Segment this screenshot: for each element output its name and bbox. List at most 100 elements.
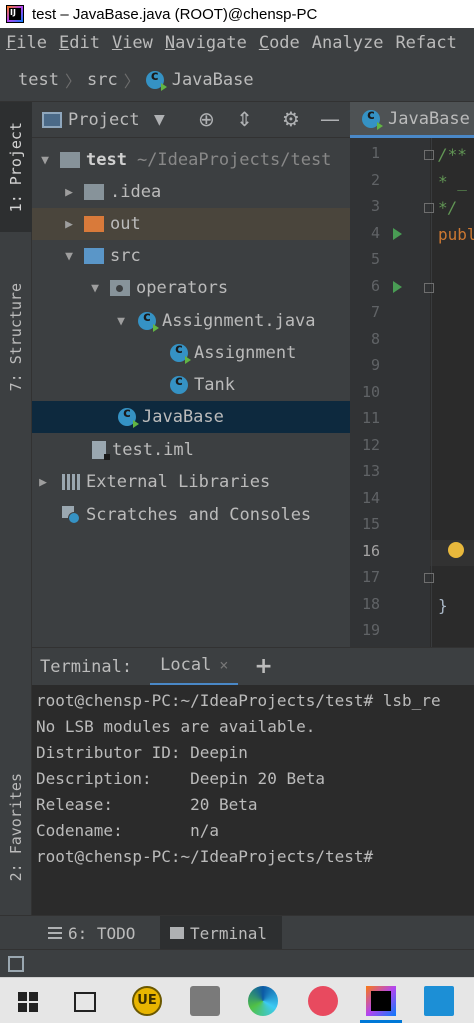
app-window-icon[interactable] — [190, 986, 220, 1016]
menu-view[interactable]: View — [112, 33, 153, 53]
tree-row-src[interactable]: ▼ src — [32, 240, 350, 272]
window-title: test – JavaBase.java (ROOT)@chensp-PC — [32, 5, 318, 23]
menu-file[interactable]: File — [6, 33, 47, 53]
ultraedit-icon[interactable]: UE — [132, 986, 162, 1016]
hide-panel-icon[interactable]: — — [320, 107, 340, 131]
source-folder-icon — [84, 248, 104, 264]
tree-row-assignment[interactable]: Assignment — [32, 337, 350, 369]
line-number: 11 — [361, 409, 380, 427]
project-panel: Project ▼ ⊕ ⇕ ⚙ — ▼ test ~/IdeaProjects/… — [32, 102, 350, 647]
chevron-down-icon[interactable]: ▼ — [38, 153, 52, 168]
menu-analyze[interactable]: Analyze — [312, 33, 384, 53]
fold-marker-icon[interactable] — [424, 203, 434, 213]
terminal-header: Terminal: Local × + — [32, 647, 474, 686]
tree-label: operators — [136, 278, 229, 298]
tree-label: out — [110, 214, 141, 234]
tree-row-out[interactable]: ▶ out — [32, 208, 350, 240]
iml-file-icon — [92, 441, 110, 460]
tree-row-test-iml[interactable]: test.iml — [32, 434, 350, 466]
tool-tab-favorites[interactable]: 2: Favorites — [0, 752, 32, 902]
tool-tab-todo[interactable]: 6: TODO — [48, 916, 135, 950]
edge-browser-icon[interactable] — [248, 986, 278, 1016]
chevron-right-icon[interactable]: ▶ — [62, 185, 76, 200]
bottom-tool-tabs: 6: TODO Terminal — [0, 915, 474, 950]
excluded-folder-icon — [84, 216, 104, 232]
tree-row-javabase[interactable]: JavaBase — [32, 401, 350, 433]
windows-start-icon[interactable] — [18, 992, 38, 1012]
chevron-right-icon: 〉 — [64, 71, 81, 91]
tree-row-idea[interactable]: ▶ .idea — [32, 176, 350, 208]
line-number: 2 — [370, 171, 380, 189]
module-folder-icon — [60, 152, 80, 168]
dropdown-icon[interactable]: ▼ — [154, 112, 165, 128]
toggle-tool-windows-icon[interactable] — [8, 956, 24, 972]
editor-tab-javabase[interactable]: JavaBase — [350, 102, 474, 138]
menu-refactor[interactable]: Refact — [395, 33, 456, 53]
project-view-icon — [42, 111, 62, 128]
tree-row-assignment-java[interactable]: ▼ Assignment.java — [32, 305, 350, 337]
tree-row-external-libraries[interactable]: ▶ External Libraries — [32, 466, 350, 498]
code-line-1[interactable]: /** — [438, 145, 467, 164]
code-line-2[interactable]: * _ — [438, 172, 467, 191]
tree-label: Assignment.java — [162, 311, 316, 331]
add-terminal-tab-button[interactable]: + — [254, 654, 272, 679]
line-number: 17 — [361, 568, 380, 586]
line-number: 3 — [370, 197, 380, 215]
line-number: 12 — [361, 436, 380, 454]
terminal-line: Distributor ID: Deepin — [36, 743, 248, 762]
fold-marker-icon[interactable] — [424, 150, 434, 160]
run-gutter-icon[interactable] — [393, 228, 402, 240]
tool-tab-terminal[interactable]: Terminal — [160, 916, 282, 950]
chevron-down-icon[interactable]: ▼ — [62, 249, 76, 264]
chevron-right-icon[interactable]: ▶ — [62, 217, 76, 232]
fold-marker-icon[interactable] — [424, 283, 434, 293]
chevron-down-icon[interactable]: ▼ — [114, 314, 128, 329]
tree-label: src — [110, 246, 141, 266]
breadcrumb-project[interactable]: test — [18, 70, 59, 90]
line-number: 8 — [370, 330, 380, 348]
menu-navigate[interactable]: Navigate — [165, 33, 247, 53]
locate-icon[interactable]: ⊕ — [198, 107, 215, 131]
chevron-right-icon[interactable]: ▶ — [36, 475, 50, 490]
menu-code[interactable]: Code — [259, 33, 300, 53]
tree-label: test.iml — [112, 440, 194, 460]
chevron-down-icon[interactable]: ▼ — [88, 281, 102, 296]
java-class-icon — [362, 108, 383, 130]
tree-label: Tank — [194, 375, 235, 395]
lightbulb-icon[interactable] — [448, 542, 464, 558]
project-view-selector[interactable]: Project — [68, 110, 140, 130]
collapse-all-icon[interactable]: ⇕ — [236, 107, 253, 131]
code-line-3[interactable]: */ — [438, 198, 457, 217]
code-line-18[interactable]: } — [438, 596, 448, 615]
line-number: 18 — [361, 595, 380, 613]
tree-row-tank[interactable]: Tank — [32, 369, 350, 401]
tree-label: JavaBase — [142, 407, 224, 427]
tree-row-operators[interactable]: ▼ operators — [32, 272, 350, 304]
java-class-icon — [138, 310, 159, 332]
terminal-output[interactable]: root@chensp-PC:~/IdeaProjects/test# lsb_… — [32, 685, 474, 915]
gear-icon[interactable]: ⚙ — [282, 107, 300, 131]
intellij-idea-icon[interactable] — [366, 986, 396, 1016]
folder-icon — [84, 184, 104, 200]
project-toolbar: Project ▼ ⊕ ⇕ ⚙ — — [32, 102, 350, 138]
fold-marker-icon[interactable] — [424, 573, 434, 583]
heart-app-icon[interactable] — [308, 986, 338, 1016]
java-class-icon — [118, 406, 139, 428]
tree-row-root[interactable]: ▼ test ~/IdeaProjects/test — [32, 144, 350, 176]
run-gutter-icon[interactable] — [393, 281, 402, 293]
breadcrumb-src[interactable]: src — [87, 70, 118, 90]
line-number-current: 16 — [361, 542, 380, 560]
close-icon[interactable]: × — [219, 656, 228, 674]
line-number: 9 — [370, 356, 380, 374]
tree-row-scratches[interactable]: Scratches and Consoles — [32, 499, 350, 531]
store-app-icon[interactable] — [424, 986, 454, 1016]
tool-tab-structure[interactable]: 7: Structure — [0, 262, 32, 412]
tool-tab-project[interactable]: 1: Project — [0, 102, 32, 232]
breadcrumb-file[interactable]: JavaBase — [172, 70, 254, 90]
menu-edit[interactable]: Edit — [59, 33, 100, 53]
tree-label: Assignment — [194, 343, 297, 363]
terminal-tab-local[interactable]: Local × — [150, 648, 239, 686]
code-line-4[interactable]: publ — [438, 225, 474, 244]
tree-label: Scratches and Consoles — [86, 505, 312, 525]
task-view-icon[interactable] — [74, 992, 96, 1012]
